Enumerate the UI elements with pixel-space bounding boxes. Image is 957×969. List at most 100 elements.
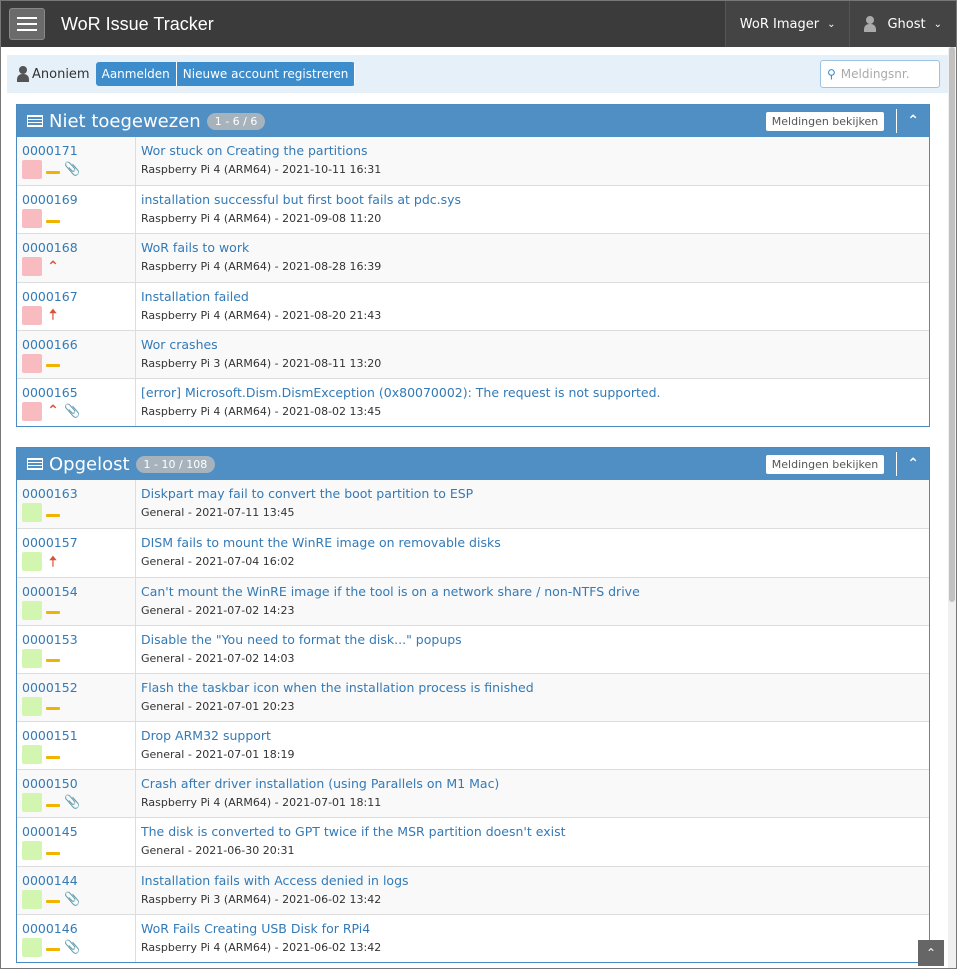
- issue-summary-link[interactable]: The disk is converted to GPT twice if th…: [141, 824, 565, 839]
- issue-summary-link[interactable]: Can't mount the WinRE image if the tool …: [141, 584, 640, 599]
- menu-toggle-button[interactable]: [9, 8, 45, 40]
- chevron-down-icon: ⌄: [933, 18, 942, 30]
- issue-id-link[interactable]: 0000167: [22, 289, 135, 304]
- issue-meta: General - 2021-07-01 18:19: [141, 748, 295, 762]
- issue-summary-link[interactable]: installation successful but first boot f…: [141, 192, 461, 207]
- issue-id-link[interactable]: 0000168: [22, 240, 135, 255]
- table-row: 0000166 Wor crashes Raspberry Pi 3 (ARM6…: [17, 329, 929, 378]
- issue-id-link[interactable]: 0000163: [22, 486, 135, 501]
- issue-id-link[interactable]: 0000146: [22, 921, 135, 936]
- table-row: 0000157 🠡 DISM fails to mount the WinRE …: [17, 528, 929, 577]
- login-button[interactable]: Aanmelden: [95, 62, 177, 86]
- priority-high-icon: ⌃: [47, 403, 59, 420]
- issue-id-link[interactable]: 0000145: [22, 824, 135, 839]
- priority-urgent-icon: 🠡: [49, 553, 57, 570]
- issue-meta: Raspberry Pi 4 (ARM64) - 2021-08-20 21:4…: [141, 308, 382, 322]
- search-icon: ⚲: [827, 67, 836, 81]
- status-indicator: [22, 209, 42, 229]
- status-indicator: [22, 648, 42, 668]
- project-selector[interactable]: WoR Imager ⌄: [724, 1, 850, 47]
- issue-id-link[interactable]: 0000153: [22, 632, 135, 647]
- issue-id-link[interactable]: 0000166: [22, 337, 135, 352]
- priority-normal-icon: [46, 892, 60, 906]
- issue-meta: Raspberry Pi 4 (ARM64) - 2021-06-02 13:4…: [141, 940, 382, 954]
- list-icon: [27, 458, 43, 471]
- user-icon: [864, 16, 877, 32]
- table-row: 0000146 📎 WoR Fails Creating USB Disk fo…: [17, 913, 929, 962]
- issue-summary-link[interactable]: Crash after driver installation (using P…: [141, 776, 499, 791]
- issue-id-link[interactable]: 0000169: [22, 192, 135, 207]
- view-issues-button[interactable]: Meldingen bekijken: [765, 111, 885, 131]
- status-indicator: [22, 503, 42, 523]
- issue-meta: Raspberry Pi 4 (ARM64) - 2021-10-11 16:3…: [141, 163, 382, 176]
- issue-number-search[interactable]: ⚲ Meldingsnr.: [820, 60, 940, 88]
- issue-summary-link[interactable]: Installation fails with Access denied in…: [141, 873, 409, 888]
- table-row: 0000167 🠡 Installation failed Raspberry …: [17, 281, 929, 330]
- status-indicator: [22, 353, 42, 373]
- priority-normal-icon: [46, 651, 60, 665]
- issue-id-link[interactable]: 0000151: [22, 728, 135, 743]
- collapse-icon[interactable]: ⌃: [907, 113, 919, 129]
- status-indicator: [22, 937, 42, 957]
- status-indicator: [22, 552, 42, 572]
- priority-high-icon: ⌃: [47, 258, 59, 275]
- priority-normal-icon: [46, 844, 60, 858]
- table-row: 0000154 Can't mount the WinRE image if t…: [17, 576, 929, 625]
- status-indicator: [22, 841, 42, 861]
- issue-summary-link[interactable]: WoR fails to work: [141, 240, 381, 255]
- panel-header: Niet toegewezen 1 - 6 / 6 Meldingen beki…: [17, 105, 929, 137]
- table-row: 0000171 📎 Wor stuck on Creating the part…: [17, 137, 929, 186]
- user-menu[interactable]: Ghost ⌄: [849, 1, 956, 47]
- issue-summary-link[interactable]: Flash the taskbar icon when the installa…: [141, 680, 534, 695]
- table-row: 0000150 📎 Crash after driver installatio…: [17, 769, 929, 818]
- status-indicator: [22, 401, 42, 421]
- scroll-to-top-button[interactable]: ⌃: [918, 940, 944, 966]
- issue-summary-link[interactable]: WoR Fails Creating USB Disk for RPi4: [141, 921, 381, 936]
- issue-meta: General - 2021-07-04 16:02: [141, 555, 295, 569]
- issue-id-link[interactable]: 0000144: [22, 873, 135, 888]
- table-row: 0000152 Flash the taskbar icon when the …: [17, 672, 929, 722]
- issue-id-link[interactable]: 0000150: [22, 776, 135, 791]
- priority-normal-icon: [46, 506, 60, 520]
- issue-id-link[interactable]: 0000165: [22, 385, 135, 400]
- priority-normal-icon: [46, 748, 60, 762]
- issue-meta: General - 2021-07-01 20:23: [141, 699, 295, 713]
- issue-panel-resolved: Opgelost 1 - 10 / 108 Meldingen bekijken…: [16, 447, 930, 963]
- issue-meta: General - 2021-07-02 14:03: [141, 651, 295, 665]
- priority-normal-icon: [46, 603, 60, 617]
- issue-summary-link[interactable]: Disable the "You need to format the disk…: [141, 632, 462, 647]
- status-indicator: [22, 889, 42, 909]
- issue-id-link[interactable]: 0000154: [22, 584, 135, 599]
- issue-summary-link[interactable]: Wor crashes: [141, 337, 381, 352]
- issue-id-link[interactable]: 0000152: [22, 680, 135, 695]
- app-title[interactable]: WoR Issue Tracker: [61, 14, 725, 35]
- status-indicator: [22, 793, 42, 813]
- paperclip-icon: 📎: [64, 795, 81, 811]
- table-row: 0000169 installation successful but firs…: [17, 185, 929, 234]
- issue-meta: Raspberry Pi 3 (ARM64) - 2021-08-11 13:2…: [141, 356, 382, 370]
- status-indicator: [22, 600, 42, 620]
- issue-id-link[interactable]: 0000171: [22, 143, 135, 158]
- priority-normal-icon: [46, 356, 60, 370]
- priority-normal-icon: [46, 699, 60, 713]
- issue-summary-link[interactable]: DISM fails to mount the WinRE image on r…: [141, 535, 501, 550]
- issue-summary-link[interactable]: Diskpart may fail to convert the boot pa…: [141, 486, 473, 501]
- paperclip-icon: 📎: [64, 939, 81, 955]
- register-button[interactable]: Nieuwe account registreren: [176, 62, 356, 86]
- view-issues-button[interactable]: Meldingen bekijken: [765, 454, 885, 474]
- table-row: 0000153 Disable the "You need to format …: [17, 624, 929, 673]
- issue-summary-link[interactable]: Drop ARM32 support: [141, 728, 294, 743]
- issue-id-link[interactable]: 0000157: [22, 535, 135, 550]
- table-row: 0000168 ⌃ WoR fails to work Raspberry Pi…: [17, 233, 929, 282]
- issue-summary-link[interactable]: Installation failed: [141, 289, 381, 304]
- user-icon: [17, 66, 29, 82]
- issue-meta: Raspberry Pi 4 (ARM64) - 2021-08-28 16:3…: [141, 260, 382, 274]
- collapse-icon[interactable]: ⌃: [907, 456, 919, 472]
- scrollbar[interactable]: [948, 47, 956, 968]
- panel-header: Opgelost 1 - 10 / 108 Meldingen bekijken…: [17, 448, 929, 481]
- scrollbar-thumb[interactable]: [949, 47, 955, 602]
- issue-meta: Raspberry Pi 4 (ARM64) - 2021-09-08 11:2…: [141, 212, 382, 226]
- issue-summary-link[interactable]: Wor stuck on Creating the partitions: [141, 143, 381, 158]
- issue-summary-link[interactable]: [error] Microsoft.Dism.DismException (0x…: [141, 385, 661, 400]
- count-badge: 1 - 10 / 108: [135, 455, 216, 473]
